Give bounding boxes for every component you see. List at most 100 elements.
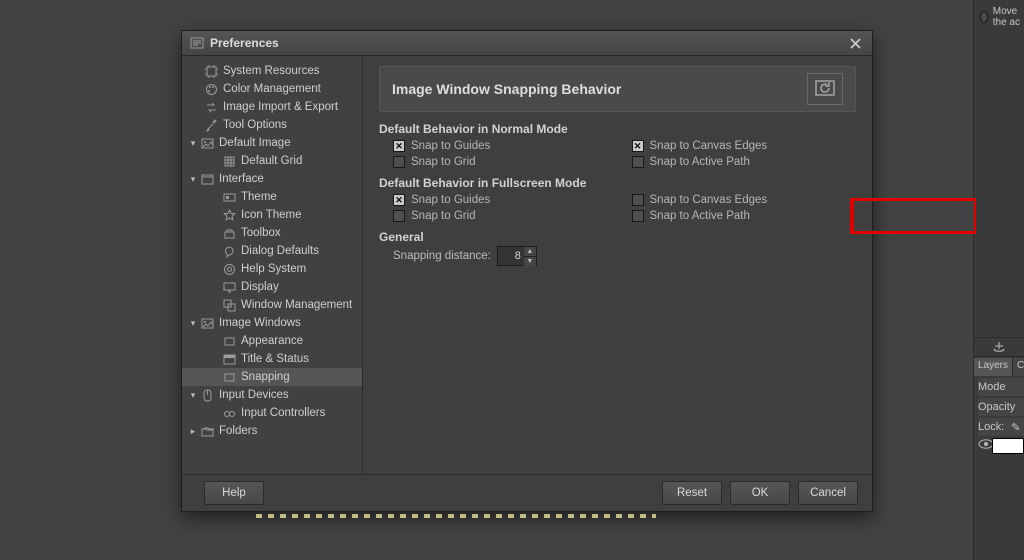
tree-item-default-image[interactable]: ▾ Default Image	[182, 134, 362, 152]
palette-icon	[204, 82, 218, 96]
section-fullscreen-mode: Default Behavior in Fullscreen Mode ✕Sna…	[379, 176, 856, 224]
stepper-down[interactable]: ▼	[524, 256, 536, 266]
tree-item-appearance[interactable]: Appearance	[182, 332, 362, 350]
snapping-distance-stepper[interactable]: 8 ▲ ▼	[497, 246, 537, 266]
lock-brush-icon[interactable]: ✎	[1011, 421, 1020, 434]
tree-item-interface[interactable]: ▾ Interface	[182, 170, 362, 188]
normal-option[interactable]: Snap to Grid	[393, 154, 618, 170]
fullscreen-option[interactable]: Snap to Grid	[393, 208, 618, 224]
reset-button[interactable]: Reset	[662, 481, 722, 505]
section-normal-mode: Default Behavior in Normal Mode ✕Snap to…	[379, 122, 856, 170]
rect-icon	[222, 334, 236, 348]
section-general: General Snapping distance: 8 ▲ ▼	[379, 230, 856, 266]
stepper-up[interactable]: ▲	[524, 247, 536, 256]
titlebar-icon	[222, 352, 236, 366]
close-button[interactable]	[846, 34, 864, 52]
section-title: Default Behavior in Fullscreen Mode	[379, 176, 856, 190]
move-radio-row[interactable]: Move the ac	[980, 6, 1024, 28]
image-icon	[200, 136, 214, 150]
checkbox-icon	[632, 194, 644, 206]
tree-item-input-controllers[interactable]: Input Controllers	[182, 404, 362, 422]
tree-item-title-status[interactable]: Title & Status	[182, 350, 362, 368]
category-tree[interactable]: System ResourcesColor Management Image Im…	[182, 56, 363, 474]
window-icon	[200, 172, 214, 186]
tab-layers[interactable]: Layers	[974, 358, 1013, 376]
settings-panel: Image Window Snapping Behavior Default B…	[363, 56, 872, 474]
reset-panel-button[interactable]	[807, 73, 843, 105]
tree-item-label: Snapping	[241, 371, 290, 383]
tree-item-system-resources[interactable]: System Resources	[182, 62, 362, 80]
dock-tabs: Layers Chan	[974, 358, 1024, 376]
controllers-icon	[222, 406, 236, 420]
tree-item-input-devices[interactable]: ▾Input Devices	[182, 386, 362, 404]
checkbox-icon	[393, 156, 405, 168]
option-label: Snap to Active Path	[650, 210, 750, 222]
folders-icon	[200, 424, 214, 438]
tree-twisty-icon[interactable]: ▾	[188, 318, 198, 328]
toolbox-icon	[222, 226, 236, 240]
tree-item-label: Interface	[219, 173, 264, 185]
tree-twisty-icon[interactable]: ▾	[188, 174, 198, 184]
tree-item-label: Tool Options	[223, 119, 287, 131]
tree-item-color-management[interactable]: Color Management	[182, 80, 362, 98]
checkbox-icon	[632, 156, 644, 168]
tree-item-theme[interactable]: Theme	[182, 188, 362, 206]
tree-item-label: Image Import & Export	[223, 101, 338, 113]
cancel-button[interactable]: Cancel	[798, 481, 858, 505]
tree-item-icon-theme[interactable]: Icon Theme	[182, 206, 362, 224]
layers-lock-row: Lock: ✎ ✥ ▦	[978, 418, 1024, 436]
ok-button[interactable]: OK	[730, 481, 790, 505]
tree-item-folders[interactable]: ▸Folders	[182, 422, 362, 440]
tree-item-label: Icon Theme	[241, 209, 302, 221]
tree-item-label: Appearance	[241, 335, 303, 347]
layers-opacity-row[interactable]: Opacity	[978, 398, 1024, 416]
dialog-titlebar[interactable]: Preferences	[182, 31, 872, 56]
normal-option[interactable]: Snap to Active Path	[632, 154, 857, 170]
help-icon	[222, 262, 236, 276]
dock-anchor-icon[interactable]	[974, 337, 1024, 357]
tree-item-label: Help System	[241, 263, 306, 275]
tools-icon	[204, 118, 218, 132]
option-label: Snap to Guides	[411, 140, 490, 152]
snapping-distance-value: 8	[498, 250, 524, 262]
tree-item-label: Default Image	[219, 137, 291, 149]
layer-thumbnail[interactable]	[992, 438, 1024, 454]
normal-option[interactable]: ✕Snap to Guides	[393, 138, 618, 154]
tree-item-window-management[interactable]: Window Management	[182, 296, 362, 314]
tree-item-image-windows[interactable]: ▾Image Windows	[182, 314, 362, 332]
tree-item-toolbox[interactable]: Toolbox	[182, 224, 362, 242]
fullscreen-option[interactable]: Snap to Active Path	[632, 208, 857, 224]
checkbox-icon	[632, 210, 644, 222]
section-title: Default Behavior in Normal Mode	[379, 122, 856, 136]
option-label: Snap to Grid	[411, 210, 476, 222]
right-dock: Move the ac Layers Chan Mode Opacity Loc…	[973, 0, 1024, 560]
tree-item-tool-options[interactable]: Tool Options	[182, 116, 362, 134]
tree-item-snapping[interactable]: Snapping	[182, 368, 362, 386]
tree-item-display[interactable]: Display	[182, 278, 362, 296]
checkbox-icon	[393, 210, 405, 222]
tree-item-label: Window Management	[241, 299, 352, 311]
grid-icon	[222, 154, 236, 168]
option-label: Snap to Grid	[411, 156, 476, 168]
normal-option[interactable]: ✕Snap to Canvas Edges	[632, 138, 857, 154]
help-button[interactable]: Help	[204, 481, 264, 505]
checkbox-icon: ✕	[632, 140, 644, 152]
tab-channels[interactable]: Chan	[1013, 358, 1024, 376]
tree-item-default-grid[interactable]: Default Grid	[182, 152, 362, 170]
dialog-footer: Help Reset OK Cancel	[182, 474, 872, 511]
tree-twisty-icon[interactable]: ▾	[188, 138, 198, 148]
layers-mode-row[interactable]: Mode	[978, 378, 1024, 396]
fullscreen-option[interactable]: ✕Snap to Guides	[393, 192, 618, 208]
image-icon	[200, 316, 214, 330]
windows-icon	[222, 298, 236, 312]
tree-item-image-import-export[interactable]: Image Import & Export	[182, 98, 362, 116]
fullscreen-option[interactable]: Snap to Canvas Edges	[632, 192, 857, 208]
option-label: Snap to Active Path	[650, 156, 750, 168]
tree-twisty-icon[interactable]: ▸	[188, 426, 198, 436]
transfer-icon	[204, 100, 218, 114]
snapping-distance-label: Snapping distance:	[393, 250, 491, 262]
tree-item-help-system[interactable]: Help System	[182, 260, 362, 278]
tree-item-dialog-defaults[interactable]: Dialog Defaults	[182, 242, 362, 260]
tree-item-label: Title & Status	[241, 353, 309, 365]
tree-twisty-icon[interactable]: ▾	[188, 390, 198, 400]
